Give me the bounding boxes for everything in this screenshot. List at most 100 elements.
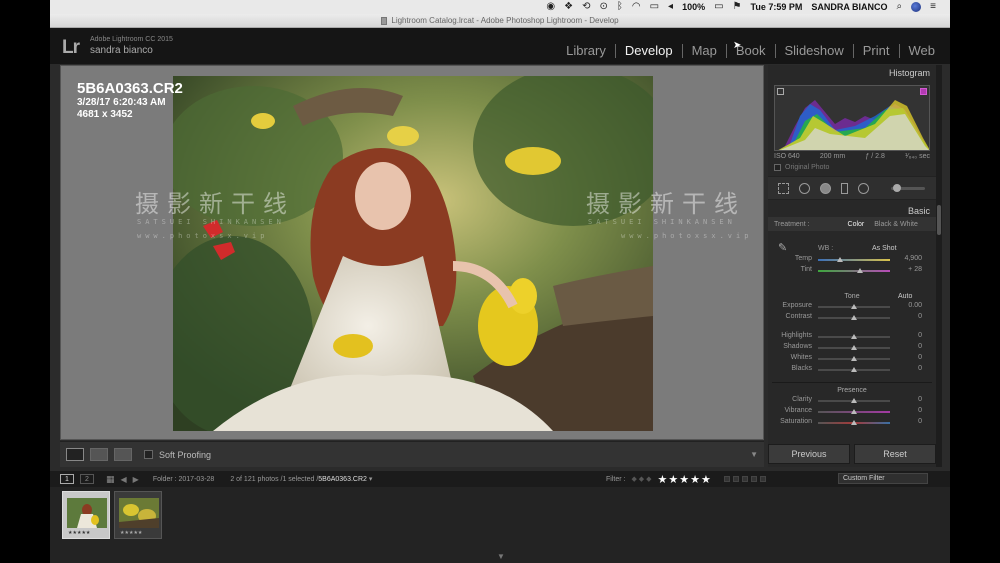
previous-button[interactable]: Previous (768, 444, 850, 464)
volume-icon[interactable]: ◂ (668, 0, 673, 14)
slider-value-contrast[interactable]: 0 (894, 313, 922, 320)
rating-filter-stars[interactable]: ★★★★★ (658, 473, 712, 486)
slider-knob-temp[interactable] (836, 257, 843, 262)
slider-knob-whites[interactable] (851, 356, 857, 361)
slider-track-temp[interactable] (818, 259, 890, 261)
filmstrip-thumb[interactable]: ★★★★★ (62, 491, 110, 539)
white-balance-eyedropper-icon[interactable]: ✎ (778, 241, 787, 254)
right-panel-scrollbar[interactable] (936, 65, 942, 467)
slider-value-saturation[interactable]: 0 (894, 418, 922, 425)
wifi-icon[interactable]: ◠ (632, 0, 641, 14)
slider-track-tint[interactable] (818, 270, 890, 272)
before-after-swap-button[interactable] (114, 448, 132, 461)
basic-header[interactable]: Basic (908, 206, 930, 216)
slider-knob-tint[interactable] (856, 268, 863, 273)
adjustment-brush-slider[interactable] (891, 183, 925, 192)
module-slideshow[interactable]: Slideshow (776, 43, 853, 58)
siri-icon[interactable] (911, 2, 922, 12)
shadow-clipping-icon[interactable] (777, 88, 784, 95)
red-eye-icon[interactable] (820, 182, 831, 194)
watermark-left-url: www.photoxsx.vip (137, 232, 269, 240)
slider-value-tint[interactable]: + 28 (894, 266, 922, 273)
time-machine-icon[interactable]: ⟲ (582, 0, 590, 14)
module-map[interactable]: Map (683, 43, 726, 58)
highlight-clipping-icon[interactable] (920, 88, 927, 95)
soft-proofing-label[interactable]: Soft Proofing (159, 450, 211, 460)
slider-knob-blacks[interactable] (851, 367, 857, 372)
slider-value-blacks[interactable]: 0 (894, 365, 922, 372)
wb-dropdown[interactable]: As Shot (872, 245, 897, 252)
before-after-button[interactable] (90, 448, 108, 461)
custom-filter-dropdown[interactable]: Custom Filter (838, 473, 928, 484)
reset-button[interactable]: Reset (854, 444, 936, 464)
crop-tool-icon[interactable] (778, 182, 789, 194)
filmstrip-collapse-icon[interactable]: ▼ (497, 552, 505, 561)
window-titlebar: Lightroom Catalog.lrcat - Adobe Photosho… (50, 14, 950, 28)
flag-filter-icons[interactable]: ◆ ◆ ◆ (631, 475, 651, 483)
dropbox-icon[interactable]: ❖ (564, 0, 573, 14)
current-filename: 5B6A0363.CR2 (318, 476, 367, 483)
loupe-view-button[interactable] (66, 448, 84, 461)
slider-knob-contrast[interactable] (851, 315, 857, 320)
thumb-rating: ★★★★★ (120, 530, 143, 536)
slider-value-highlights[interactable]: 0 (894, 332, 922, 339)
slider-value-shadows[interactable]: 0 (894, 343, 922, 350)
bluetooth-icon[interactable]: ᛒ (617, 0, 623, 14)
slider-knob-saturation[interactable] (851, 420, 857, 425)
treatment-bw-option[interactable]: Black & White (874, 221, 918, 228)
airplay-icon[interactable]: ▭ (650, 0, 659, 14)
menubar-clock[interactable]: Tue 7:59 PM (751, 2, 803, 12)
exif-aperture: ƒ / 2.8 (865, 153, 885, 160)
original-photo-row[interactable]: Original Photo (774, 164, 829, 171)
slider-value-vibrance[interactable]: 0 (894, 407, 922, 414)
slider-value-whites[interactable]: 0 (894, 354, 922, 361)
tone-auto-button[interactable]: Auto (898, 293, 912, 300)
search-icon[interactable]: ⌕ (897, 0, 903, 14)
slider-value-clarity[interactable]: 0 (894, 396, 922, 403)
slider-label-highlights: Highlights (781, 332, 812, 339)
graduated-filter-icon[interactable] (841, 182, 848, 194)
module-web[interactable]: Web (900, 43, 945, 58)
slider-label-vibrance: Vibrance (784, 407, 812, 414)
treatment-color-option[interactable]: Color (848, 221, 865, 228)
toolbar-menu-icon[interactable]: ▼ (750, 450, 758, 459)
spot-removal-icon[interactable] (799, 182, 810, 194)
histogram[interactable] (774, 85, 930, 151)
exif-focal: 200 mm (819, 153, 846, 160)
menubar-user[interactable]: SANDRA BIANCO (811, 2, 887, 12)
sync-icon[interactable]: ⊙ (599, 0, 607, 14)
slider-value-exposure[interactable]: 0.00 (894, 302, 922, 309)
histogram-header[interactable]: Histogram (889, 68, 930, 78)
slider-value-temp[interactable]: 4,900 (894, 255, 922, 262)
module-print[interactable]: Print (854, 43, 899, 58)
nav-forward-icon[interactable]: ▶ (133, 475, 139, 484)
color-label-filter[interactable] (723, 476, 766, 482)
image-preview-area[interactable]: 5B6A0363.CR2 3/28/17 6:20:43 AM 4681 x 3… (60, 65, 764, 440)
slider-knob-exposure[interactable] (851, 304, 857, 309)
slider-label-tint: Tint (800, 266, 812, 273)
filmstrip-thumb[interactable]: ★★★★★ (114, 491, 162, 539)
radial-filter-icon[interactable] (858, 182, 869, 194)
folder-path[interactable]: Folder : 2017-03-28 (153, 476, 214, 483)
secondary-window-button[interactable]: 2 (80, 474, 94, 484)
module-library[interactable]: Library (557, 43, 615, 58)
primary-window-button[interactable]: 1 (60, 474, 74, 484)
slider-knob-vibrance[interactable] (851, 409, 857, 414)
slider-knob-highlights[interactable] (851, 334, 857, 339)
battery-icon[interactable]: ▭ (714, 0, 723, 14)
photo-count[interactable]: 2 of 121 photos /1 selected /5B6A0363.CR… (230, 475, 372, 483)
nav-back-icon[interactable]: ◀ (121, 475, 127, 484)
original-photo-checkbox[interactable] (774, 164, 781, 171)
flag-icon[interactable]: ⚑ (733, 0, 742, 14)
battery-percent[interactable]: 100% (682, 2, 705, 12)
scrollbar-thumb[interactable] (937, 205, 941, 235)
photo-preview[interactable] (173, 76, 653, 431)
eye-icon[interactable]: ◉ (546, 0, 555, 14)
menu-list-icon[interactable]: ≡ (930, 0, 936, 14)
slider-knob-clarity[interactable] (851, 398, 857, 403)
module-develop[interactable]: Develop (616, 43, 682, 58)
soft-proofing-checkbox[interactable] (144, 450, 153, 459)
identity-plate-bar: Lr Adobe Lightroom CC 2015 sandra bianco… (50, 28, 950, 64)
grid-view-icon[interactable]: ▦ (106, 474, 115, 485)
slider-knob-shadows[interactable] (851, 345, 857, 350)
